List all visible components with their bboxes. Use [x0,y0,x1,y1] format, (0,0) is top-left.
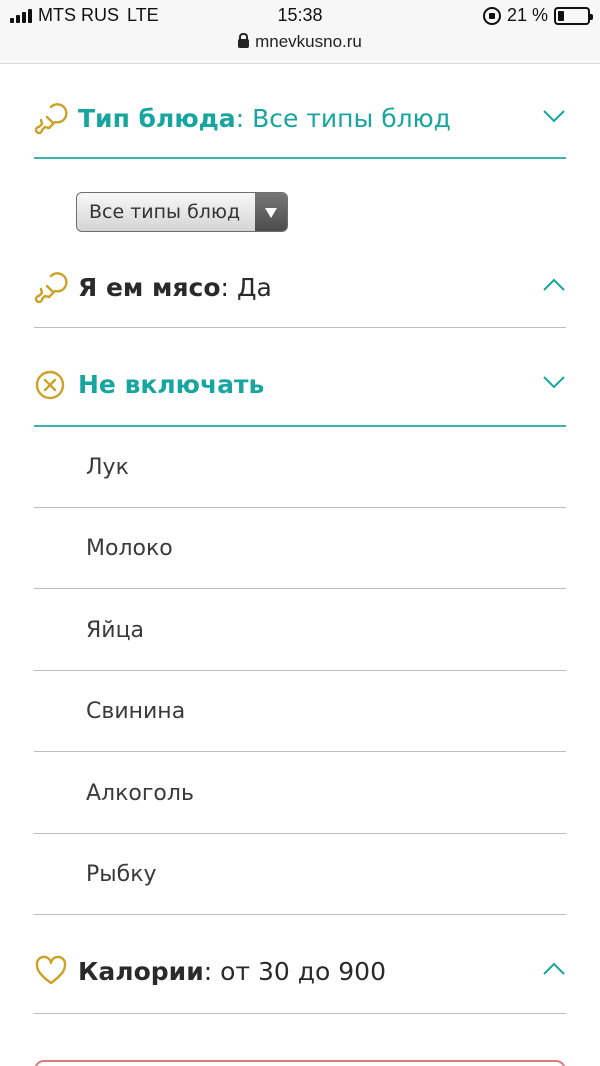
list-item-label: Свинина [86,699,186,724]
chevron-down-icon[interactable] [542,108,566,124]
calories-value: от 30 до 900 [220,956,386,986]
exclude-header[interactable]: Не включать [34,364,566,404]
dish-type-separator: : [235,103,245,133]
dish-type-select[interactable]: Все типы блюд [76,192,288,232]
list-item-label: Лук [86,455,129,480]
meat-header[interactable]: Я ем мясо: Да [34,267,566,307]
heart-icon [35,955,67,985]
meat-separator: : [220,272,229,302]
divider [34,327,566,328]
calories-separator: : [203,956,213,986]
chevron-up-icon[interactable] [542,277,566,293]
url-text: mnevkusno.ru [255,32,362,51]
exclude-item-milk[interactable]: Молоко [34,508,566,589]
exclude-item-pork[interactable]: Свинина [34,671,566,752]
divider [34,1013,566,1014]
exclude-item-onion[interactable]: Лук [34,427,566,508]
drumstick-icon [34,103,68,135]
dish-type-header[interactable]: Тип блюда: Все типы блюд [34,98,566,138]
list-item-label: Рыбку [86,862,157,887]
drumstick-icon [34,272,68,304]
exclude-item-fish[interactable]: Рыбку [34,834,566,915]
list-item-label: Алкоголь [86,781,194,806]
dish-type-value: Все типы блюд [252,103,451,133]
orientation-lock-icon [482,6,501,25]
chevron-up-icon[interactable] [542,961,566,977]
battery-info: 21 % [482,5,593,26]
calories-header[interactable]: Калории: от 30 до 900 [34,951,566,991]
x-circle-icon [35,370,65,400]
calories-title: Калории [78,956,204,986]
list-item-label: Молоко [86,536,173,561]
select-arrow-icon [255,193,287,231]
dish-type-select-value: Все типы блюд [89,201,241,223]
status-bar: MTS RUS LTE 15:38 21 % mnevkusno.ru [0,0,600,64]
submit-button[interactable] [34,1060,566,1066]
exclude-item-alcohol[interactable]: Алкоголь [34,753,566,834]
meat-value: Да [236,272,272,302]
lock-icon [238,33,250,48]
chevron-down-icon[interactable] [542,374,566,390]
exclude-title: Не включать [78,369,265,399]
divider [34,157,566,159]
battery-icon [554,6,593,25]
dish-type-title: Тип блюда [78,103,236,133]
address-bar[interactable]: mnevkusno.ru [0,32,600,52]
meat-title: Я ем мясо [78,272,221,302]
battery-percent: 21 % [506,5,548,25]
exclude-item-eggs[interactable]: Яйца [34,590,566,671]
list-item-label: Яйца [86,618,145,643]
